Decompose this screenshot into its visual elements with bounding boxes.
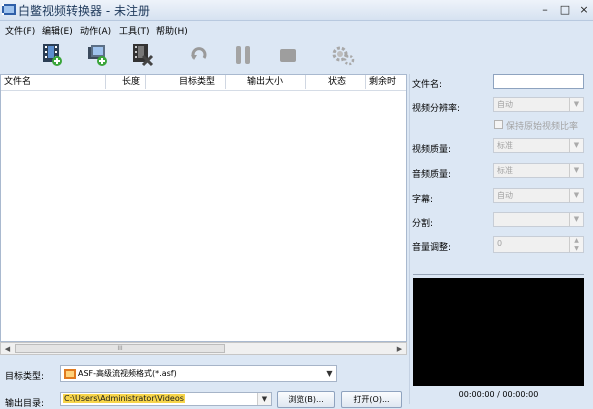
column-header-target-type[interactable]: 目标类型 [146, 75, 226, 89]
resolution-select[interactable]: 自动 ▼ [493, 97, 584, 112]
output-dir-label: 输出目录: [5, 399, 45, 409]
video-quality-label: 视频质量: [412, 145, 452, 155]
stop-icon[interactable] [275, 42, 301, 68]
subtitle-value: 自动 [497, 191, 513, 200]
volume-value: 0 [497, 239, 503, 248]
column-header-filename[interactable]: 文件名 [1, 75, 106, 89]
chevron-down-icon[interactable]: ▼ [257, 393, 271, 405]
add-video-icon[interactable] [40, 42, 66, 68]
chevron-down-icon[interactable]: ▼ [323, 366, 336, 381]
asf-format-icon [64, 369, 76, 379]
subtitle-select[interactable]: 自动 ▼ [493, 188, 584, 203]
horizontal-scrollbar[interactable]: ◀ III ▶ [0, 342, 407, 355]
close-button[interactable]: × [576, 3, 592, 17]
preview-timecode: 00:00:00 / 00:00:00 [458, 390, 539, 399]
output-dir-value: C:\Users\Administrator\Videos [63, 394, 185, 403]
video-quality-select[interactable]: 标准 ▼ [493, 138, 584, 153]
target-type-label: 目标类型: [5, 372, 45, 382]
chevron-down-icon[interactable]: ▼ [569, 213, 583, 226]
resolution-value: 自动 [497, 100, 513, 109]
scroll-left-icon[interactable]: ◀ [2, 344, 13, 354]
volume-label: 音量调整: [412, 243, 452, 253]
maximize-button[interactable]: □ [557, 3, 573, 17]
resolution-label: 视频分辨率: [412, 104, 461, 114]
scroll-thumb[interactable]: III [15, 344, 225, 353]
panel-divider [409, 74, 410, 404]
target-type-value: ASF-高级流视频格式(*.asf) [78, 369, 177, 378]
window-title: 白鳖视频转换器 - 未注册 [18, 4, 150, 18]
split-label: 分割: [412, 219, 434, 229]
column-header-remaining[interactable]: 剩余时 [366, 75, 406, 89]
title-bar: 白鳖视频转换器 - 未注册 – □ × [0, 0, 593, 21]
toolbar [0, 38, 593, 70]
chevron-down-icon[interactable]: ▼ [569, 189, 583, 202]
chevron-down-icon[interactable]: ▼ [569, 164, 583, 177]
menu-edit[interactable]: 编辑(E) [42, 24, 73, 37]
column-header-output-size[interactable]: 输出大小 [226, 75, 306, 89]
spin-up-icon[interactable]: ▲ [569, 237, 583, 245]
file-list[interactable]: 文件名 长度 目标类型 输出大小 状态 剩余时 [0, 74, 407, 342]
menu-tools[interactable]: 工具(T) [119, 24, 150, 37]
audio-quality-value: 标准 [497, 166, 513, 175]
keep-ratio-checkbox[interactable] [494, 120, 503, 129]
subtitle-label: 字幕: [412, 195, 434, 205]
preview-divider [413, 274, 584, 275]
remove-video-icon[interactable] [130, 42, 156, 68]
app-icon [2, 4, 16, 15]
gear-icon[interactable] [330, 42, 356, 68]
refresh-icon[interactable] [186, 42, 212, 68]
menu-help[interactable]: 帮助(H) [156, 24, 188, 37]
keep-ratio-label: 保持原始视频比率 [506, 122, 579, 132]
audio-quality-label: 音频质量: [412, 170, 452, 180]
split-select[interactable]: ▼ [493, 212, 584, 227]
menu-file[interactable]: 文件(F) [5, 24, 35, 37]
add-folder-icon[interactable] [85, 42, 111, 68]
open-button[interactable]: 打开(O)... [341, 391, 402, 408]
column-header-length[interactable]: 长度 [106, 75, 146, 89]
column-header-status[interactable]: 状态 [306, 75, 366, 89]
list-header: 文件名 长度 目标类型 输出大小 状态 剩余时 [1, 75, 406, 91]
video-quality-value: 标准 [497, 141, 513, 150]
minimize-button[interactable]: – [537, 3, 553, 17]
pause-icon[interactable] [230, 42, 256, 68]
filename-field[interactable] [493, 74, 584, 89]
filename-label: 文件名: [412, 80, 443, 90]
chevron-down-icon[interactable]: ▼ [569, 98, 583, 111]
chevron-down-icon[interactable]: ▼ [569, 139, 583, 152]
target-type-select[interactable]: ASF-高级流视频格式(*.asf) ▼ [60, 365, 337, 382]
browse-button[interactable]: 浏览(B)... [277, 391, 335, 408]
menu-action[interactable]: 动作(A) [80, 24, 111, 37]
audio-quality-select[interactable]: 标准 ▼ [493, 163, 584, 178]
menu-bar: 文件(F) 编辑(E) 动作(A) 工具(T) 帮助(H) [0, 21, 593, 38]
scroll-right-icon[interactable]: ▶ [394, 344, 405, 354]
spin-down-icon[interactable]: ▼ [569, 245, 583, 252]
video-preview [413, 278, 584, 386]
volume-spinner[interactable]: 0 ▲ ▼ [493, 236, 584, 253]
